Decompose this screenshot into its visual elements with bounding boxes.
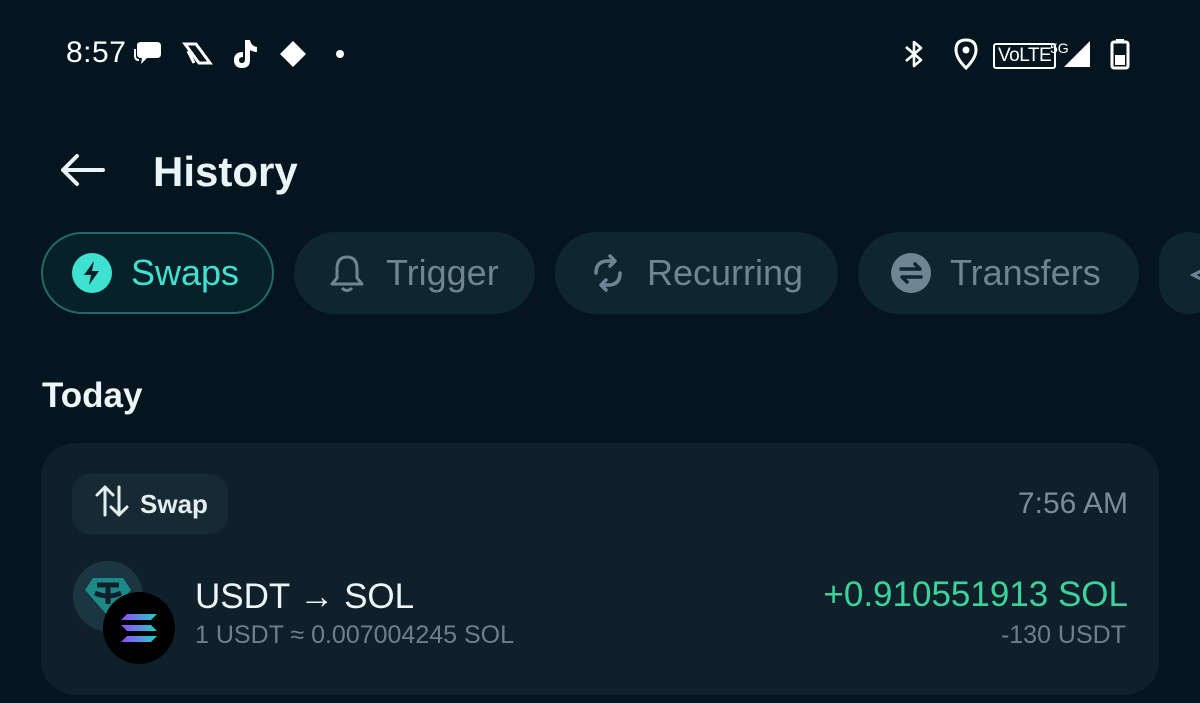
diamond-icon xyxy=(278,36,308,72)
sol-token-icon xyxy=(103,592,175,664)
battery-icon xyxy=(1110,36,1130,72)
chat-bubble-icon xyxy=(133,36,165,72)
lightning-icon xyxy=(71,252,113,294)
tab-label: Swaps xyxy=(131,252,240,293)
status-time: 8:57 xyxy=(66,36,127,69)
tab-swaps[interactable]: Swaps xyxy=(41,232,274,314)
transfer-arrows-icon xyxy=(890,252,932,294)
tab-label: Trigger xyxy=(386,252,499,293)
status-bar: 8:57 VoLTE 5G xyxy=(0,0,1200,110)
tab-transfers[interactable]: Transfers xyxy=(858,232,1139,314)
bluetooth-icon xyxy=(902,36,926,72)
swap-pair: USDT → SOL xyxy=(195,577,415,616)
tab-partial-icon xyxy=(1187,252,1200,294)
page-title: History xyxy=(153,148,298,195)
tab-more[interactable] xyxy=(1159,232,1200,314)
volte-badge: VoLTE xyxy=(993,43,1057,69)
arrow-left-icon xyxy=(59,153,105,192)
tab-recurring[interactable]: Recurring xyxy=(555,232,838,314)
tab-label: Transfers xyxy=(950,252,1101,293)
app-logo-icon xyxy=(182,36,214,72)
tab-trigger[interactable]: Trigger xyxy=(294,232,535,314)
dot-icon xyxy=(334,36,346,72)
signal-icon xyxy=(1062,36,1092,72)
section-title-today: Today xyxy=(42,376,143,415)
swap-rate: 1 USDT ≈ 0.007004245 SOL xyxy=(195,621,515,649)
transaction-type-label: Swap xyxy=(140,488,208,519)
transaction-card[interactable]: Swap 7:56 AM USDT → SOL 1 USDT ≈ 0.00700… xyxy=(41,443,1159,695)
swap-vertical-icon xyxy=(94,483,130,526)
tiktok-icon xyxy=(229,36,261,72)
back-button[interactable] xyxy=(56,148,108,196)
refresh-icon xyxy=(587,252,629,294)
amount-sent: -130 USDT xyxy=(1000,621,1126,649)
location-pin-icon xyxy=(953,36,979,72)
tab-label: Recurring xyxy=(647,252,804,293)
transaction-type-badge: Swap xyxy=(72,474,228,534)
bell-icon xyxy=(326,252,368,294)
transaction-time: 7:56 AM xyxy=(1017,487,1128,520)
amount-received: +0.910551913 SOL xyxy=(823,575,1128,614)
